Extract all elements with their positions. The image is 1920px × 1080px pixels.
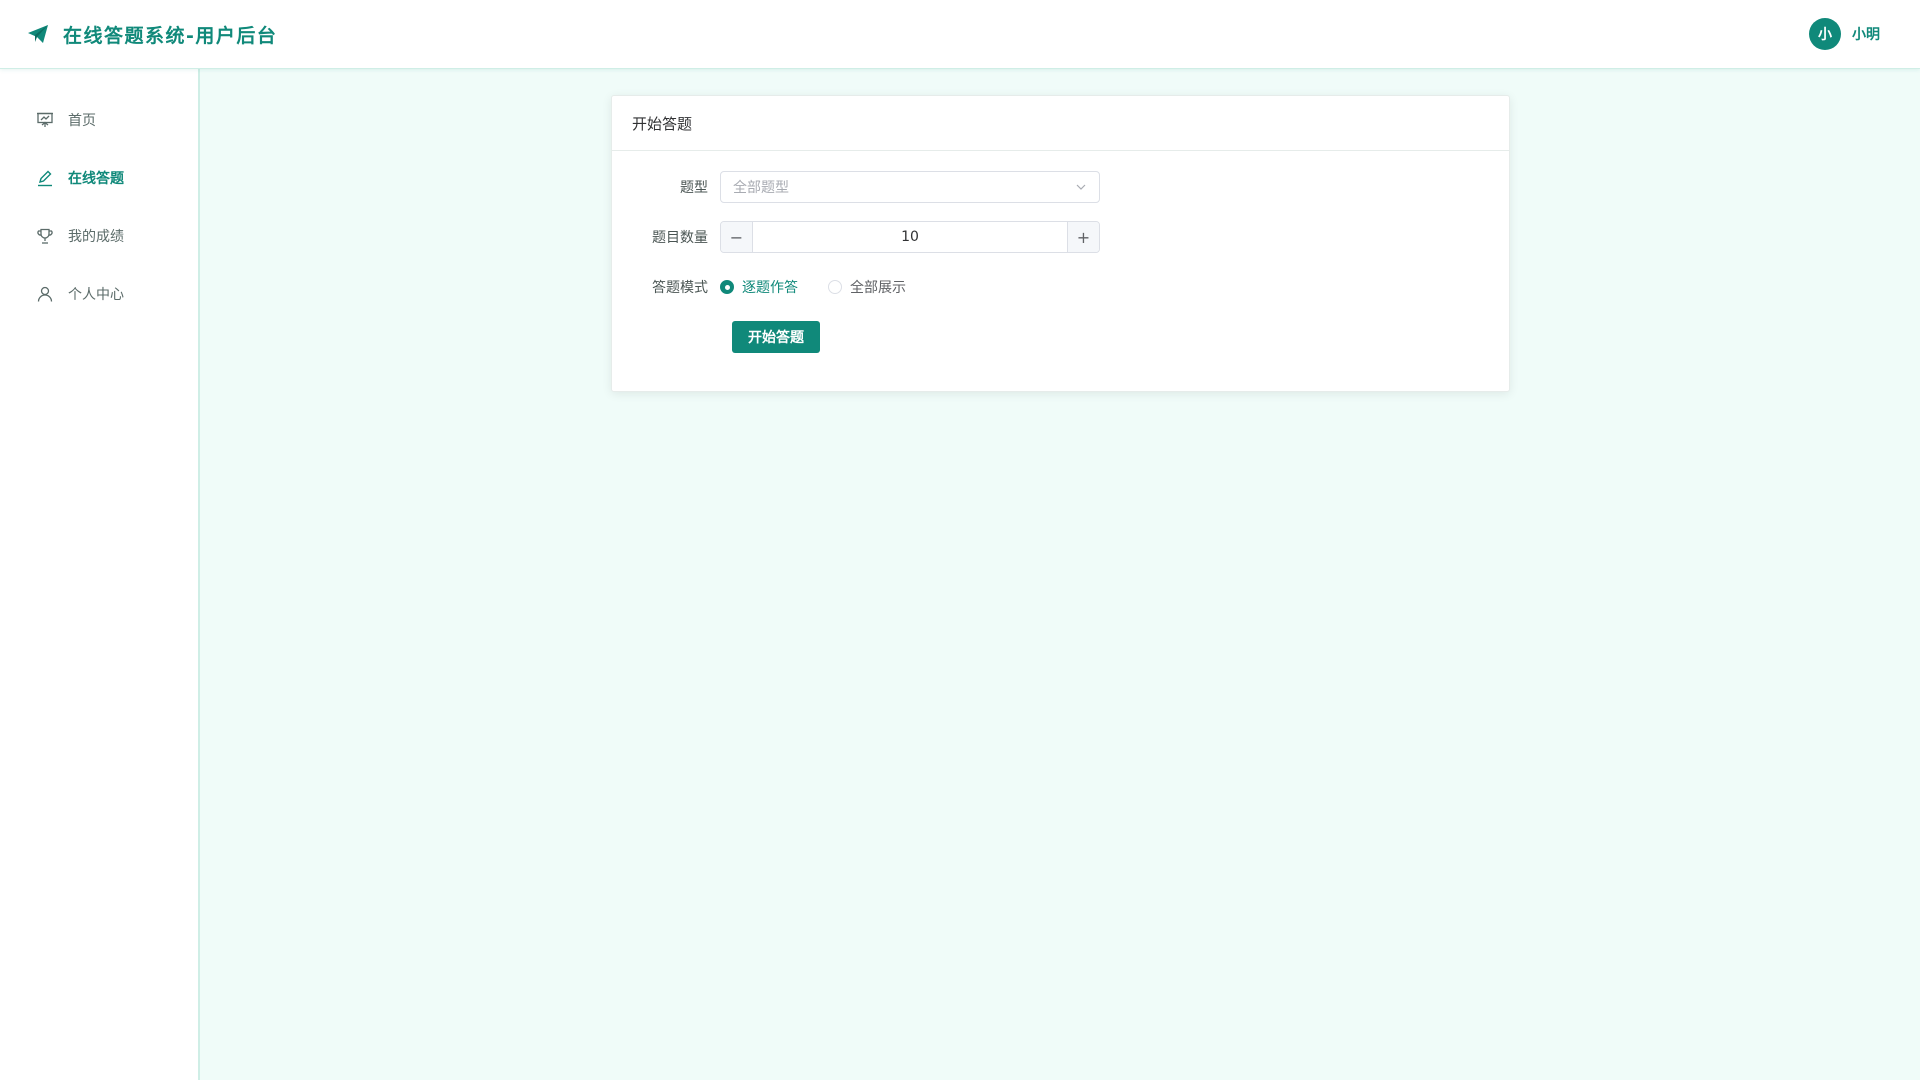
trophy-icon: [36, 227, 54, 245]
form-row-question-count: 题目数量 − 10 +: [612, 221, 1100, 253]
brand: 在线答题系统-用户后台: [26, 21, 277, 48]
sidebar-item-my-scores[interactable]: 我的成绩: [0, 207, 198, 265]
question-count-stepper[interactable]: − 10 +: [720, 221, 1100, 253]
avatar[interactable]: 小: [1809, 18, 1841, 50]
edit-pen-icon: [36, 169, 54, 187]
user-menu[interactable]: 小 小明: [1809, 18, 1880, 50]
top-header: 在线答题系统-用户后台 小 小明: [0, 0, 1920, 69]
sidebar-item-profile[interactable]: 个人中心: [0, 265, 198, 323]
sidebar: 首页 在线答题 我的成绩 个人中心: [0, 69, 200, 1080]
radio-unchecked-indicator[interactable]: [828, 280, 842, 294]
radio-show-all[interactable]: 全部展示: [828, 277, 906, 297]
radio-label: 全部展示: [850, 280, 906, 296]
start-quiz-card: 开始答题 题型 全部题型 题目数量 − 10 + 答题模式 逐题作答 全部展示 …: [611, 95, 1510, 392]
question-count-value[interactable]: 10: [753, 222, 1067, 252]
increment-button[interactable]: +: [1067, 222, 1099, 252]
start-quiz-button[interactable]: 开始答题: [732, 321, 820, 353]
form-row-answer-mode: 答题模式 逐题作答 全部展示: [612, 271, 936, 303]
radio-checked-indicator[interactable]: [720, 280, 734, 294]
sidebar-item-label: 个人中心: [68, 287, 124, 303]
form-row-question-type: 题型 全部题型: [612, 171, 1100, 203]
question-count-label: 题目数量: [652, 230, 708, 246]
form-row-actions: 开始答题: [732, 321, 820, 353]
sidebar-item-online-quiz[interactable]: 在线答题: [0, 149, 198, 207]
presentation-board-icon: [36, 111, 54, 129]
radio-one-by-one[interactable]: 逐题作答: [720, 277, 798, 297]
user-icon: [36, 285, 54, 303]
paper-plane-icon: [26, 22, 50, 46]
sidebar-item-label: 在线答题: [68, 171, 124, 187]
card-title: 开始答题: [612, 96, 1509, 151]
question-type-select[interactable]: 全部题型: [720, 171, 1100, 203]
question-type-placeholder: 全部题型: [733, 180, 789, 196]
user-name[interactable]: 小明: [1852, 24, 1880, 44]
question-type-label: 题型: [680, 180, 708, 196]
decrement-button[interactable]: −: [721, 222, 753, 252]
sidebar-item-home[interactable]: 首页: [0, 91, 198, 149]
app-title: 在线答题系统-用户后台: [63, 24, 278, 47]
sidebar-item-label: 首页: [68, 113, 96, 129]
chevron-down-icon: [1075, 181, 1087, 193]
radio-label: 逐题作答: [742, 280, 798, 296]
sidebar-item-label: 我的成绩: [68, 229, 124, 245]
main-content: 开始答题 题型 全部题型 题目数量 − 10 + 答题模式 逐题作答 全部展示 …: [200, 69, 1920, 1080]
answer-mode-label: 答题模式: [652, 280, 708, 296]
